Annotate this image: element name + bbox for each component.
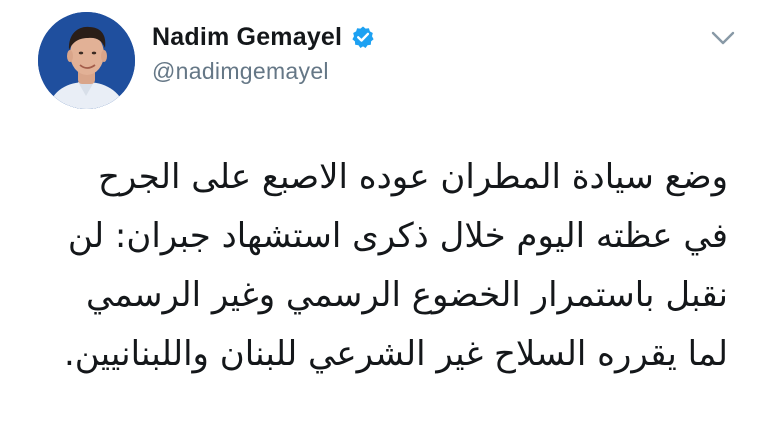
tweet-text-line: نقبل باستمرار الخضوع الرسمي وغير الرسمي xyxy=(86,275,728,315)
tweet-card: Nadim Gemayel @nadimgemayel وضع سيادة ال… xyxy=(0,0,768,444)
display-name-row: Nadim Gemayel xyxy=(152,22,375,52)
tweet-text: وضع سيادة المطران عوده الاصبع على الجرح … xyxy=(28,148,728,384)
author-names: Nadim Gemayel @nadimgemayel xyxy=(152,22,375,85)
tweet-text-line: لما يقرره السلاح غير الشرعي للبنان واللب… xyxy=(63,334,728,374)
author-handle[interactable]: @nadimgemayel xyxy=(152,58,375,85)
display-name[interactable]: Nadim Gemayel xyxy=(152,23,342,52)
tweet-text-line: في عظته اليوم خلال ذكرى استشهاد جبران: ل… xyxy=(67,216,728,256)
avatar-photo xyxy=(38,12,135,109)
verified-badge-icon xyxy=(351,25,375,49)
chevron-down-icon[interactable] xyxy=(708,28,738,48)
avatar[interactable] xyxy=(38,12,135,109)
tweet-header: Nadim Gemayel @nadimgemayel xyxy=(38,12,738,112)
tweet-text-line: وضع سيادة المطران عوده الاصبع على الجرح xyxy=(97,157,728,197)
